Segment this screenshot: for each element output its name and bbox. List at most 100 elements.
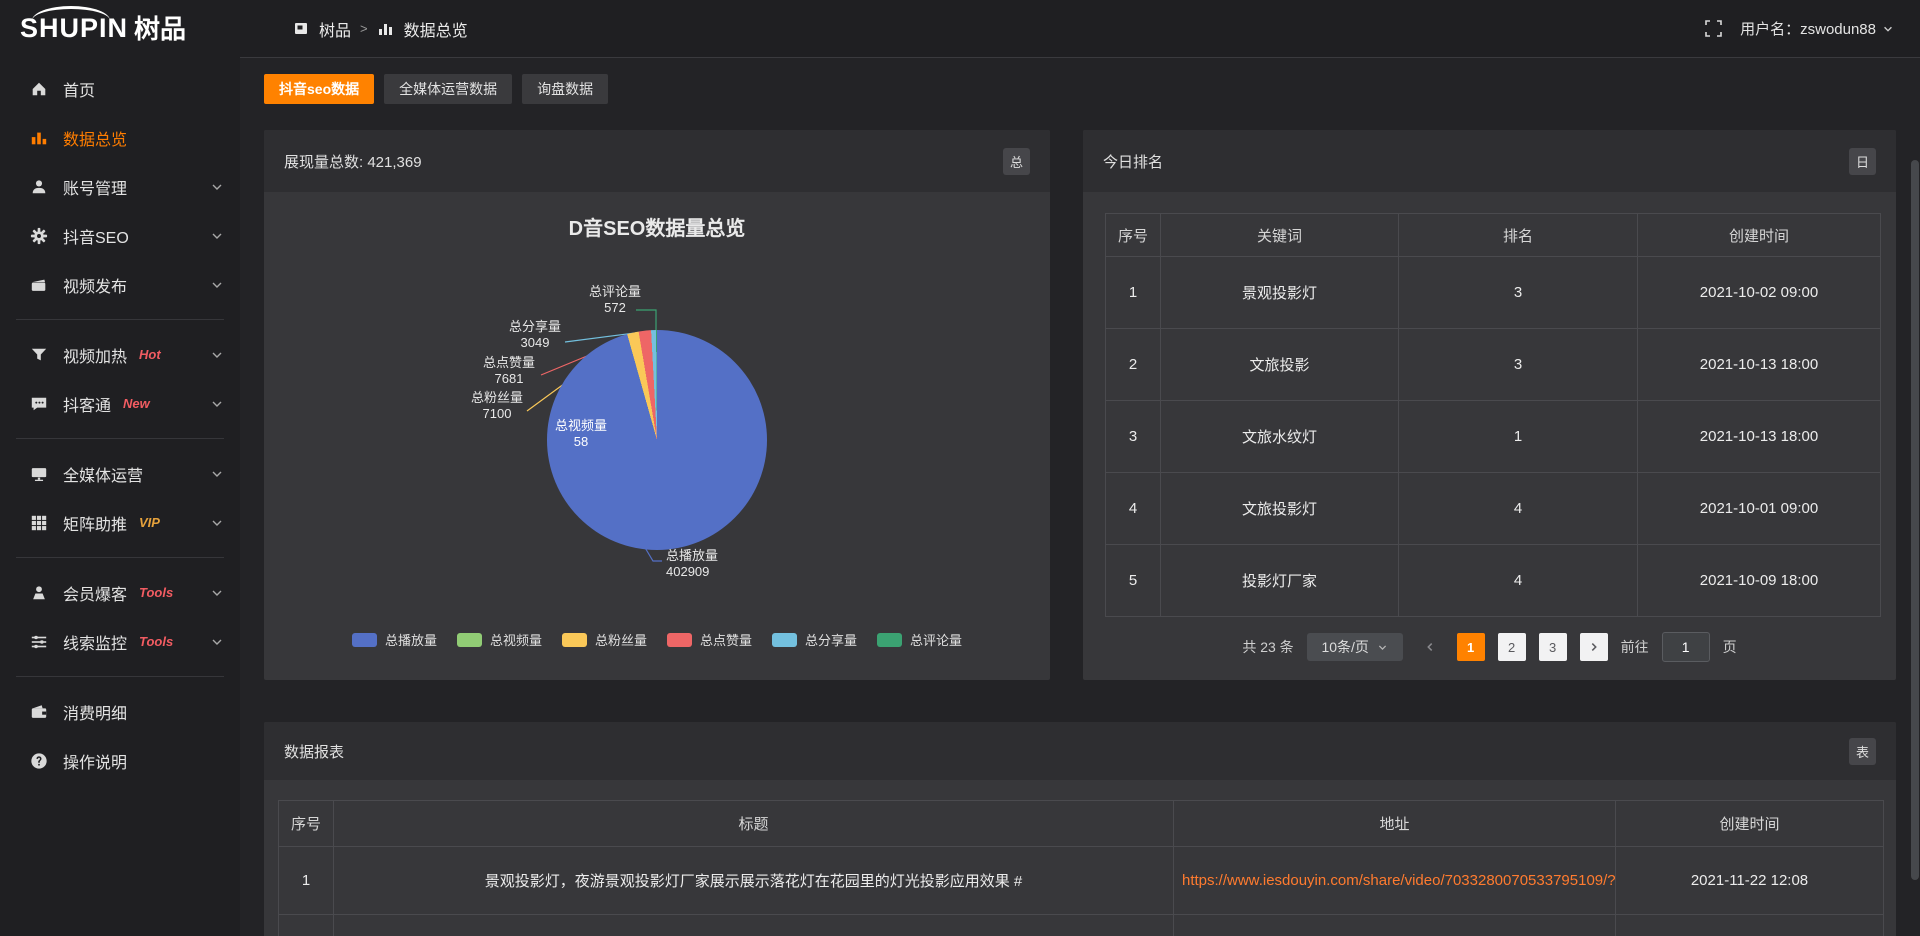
pie-chart-area: D音SEO数据量总览 总评论量572 总分享量3049 总点赞量7681 总粉丝… bbox=[264, 192, 1050, 680]
page-button-3[interactable]: 3 bbox=[1539, 633, 1567, 661]
chevron-down-icon bbox=[210, 397, 224, 411]
sidebar-item-video-publish[interactable]: 视频发布 bbox=[0, 260, 240, 309]
sidebar-divider bbox=[16, 319, 224, 320]
col-rank: 排名 bbox=[1399, 214, 1638, 257]
goto-suffix: 页 bbox=[1723, 637, 1737, 657]
top-header: SHUPIN 树品 树品 > 数据总览 用户名：zswodun88 bbox=[0, 0, 1920, 57]
impressions-total-label: 展现量总数: 421,369 bbox=[284, 151, 422, 172]
vip-badge: VIP bbox=[139, 515, 160, 530]
col-created: 创建时间 bbox=[1616, 801, 1884, 847]
tab-inquiry-data[interactable]: 询盘数据 bbox=[522, 74, 608, 104]
pie-label-likes: 总点赞量7681 bbox=[454, 355, 564, 387]
breadcrumb-home[interactable]: 树品 bbox=[319, 17, 351, 41]
table-row: 1景观投影灯32021-10-02 09:00 bbox=[1106, 257, 1881, 329]
breadcrumb-separator-icon: > bbox=[360, 21, 368, 36]
report-panel: 数据报表 表 序号 标题 地址 创建时间 1 景观投影灯，夜游景观投影灯厂家展示… bbox=[264, 722, 1896, 936]
data-source-tabs: 抖音seo数据 全媒体运营数据 询盘数据 bbox=[264, 74, 608, 104]
chart-legend: 总播放量 总视频量 总粉丝量 总点赞量 总分享量 总评论量 bbox=[264, 630, 1050, 649]
tab-douyin-seo-data[interactable]: 抖音seo数据 bbox=[264, 74, 374, 104]
sidebar-item-video-heat[interactable]: 视频加热 Hot bbox=[0, 330, 240, 379]
sidebar-item-data-overview[interactable]: 数据总览 bbox=[0, 113, 240, 162]
page-button-1[interactable]: 1 bbox=[1457, 633, 1485, 661]
report-panel-header: 数据报表 表 bbox=[264, 722, 1896, 780]
page-button-2[interactable]: 2 bbox=[1498, 633, 1526, 661]
chevron-down-icon bbox=[210, 467, 224, 481]
sidebar-item-help[interactable]: 操作说明 bbox=[0, 736, 240, 785]
chevron-down-icon bbox=[1882, 23, 1894, 35]
pie-label-plays: 总播放量402909 bbox=[666, 548, 786, 580]
member-icon bbox=[30, 584, 48, 602]
app-logo: SHUPIN 树品 bbox=[0, 15, 260, 42]
sidebar-divider bbox=[16, 438, 224, 439]
table-row: 5投影灯厂家42021-10-09 18:00 bbox=[1106, 545, 1881, 617]
col-index: 序号 bbox=[1106, 214, 1161, 257]
wallet-icon bbox=[30, 703, 48, 721]
page-size-select[interactable]: 10条/页 bbox=[1307, 633, 1403, 661]
goto-page-input[interactable] bbox=[1662, 632, 1710, 662]
pie-label-videos: 总视频量58 bbox=[526, 418, 636, 450]
grid-icon bbox=[30, 514, 48, 532]
sidebar-item-omnimedia[interactable]: 全媒体运营 bbox=[0, 449, 240, 498]
tab-omnimedia-data[interactable]: 全媒体运营数据 bbox=[384, 74, 512, 104]
legend-swatch bbox=[457, 633, 482, 647]
home-icon bbox=[30, 80, 48, 98]
next-page-button[interactable] bbox=[1580, 633, 1608, 661]
overview-panel: 展现量总数: 421,369 总 D音SEO数据量总览 总评论量572 总分享量… bbox=[264, 130, 1050, 680]
col-index: 序号 bbox=[279, 801, 334, 847]
legend-item-shares[interactable]: 总分享量 bbox=[772, 630, 857, 649]
table-view-button[interactable]: 表 bbox=[1849, 738, 1876, 765]
legend-item-plays[interactable]: 总播放量 bbox=[352, 630, 437, 649]
total-view-button[interactable]: 总 bbox=[1003, 148, 1030, 175]
legend-item-likes[interactable]: 总点赞量 bbox=[667, 630, 752, 649]
chevron-down-icon bbox=[210, 229, 224, 243]
legend-item-fans[interactable]: 总粉丝量 bbox=[562, 630, 647, 649]
chat-icon bbox=[30, 395, 48, 413]
legend-swatch bbox=[877, 633, 902, 647]
sidebar-item-lead-monitor[interactable]: 线索监控 Tools bbox=[0, 617, 240, 666]
sidebar-item-douyin-seo[interactable]: 抖音SEO bbox=[0, 211, 240, 260]
fullscreen-icon[interactable] bbox=[1704, 20, 1722, 38]
gear-icon bbox=[30, 227, 48, 245]
tools-badge: Tools bbox=[139, 634, 173, 649]
bar-chart-icon bbox=[377, 20, 395, 38]
help-icon bbox=[30, 752, 48, 770]
legend-item-videos[interactable]: 总视频量 bbox=[457, 630, 542, 649]
tools-badge: Tools bbox=[139, 585, 173, 600]
col-created: 创建时间 bbox=[1638, 214, 1881, 257]
video-link[interactable]: https://www.iesdouyin.com/share/video/70… bbox=[1174, 847, 1616, 915]
video-title-cell: 景观投影灯，夜游景观投影灯厂家展示展示落花灯在花园里的灯光投影应用效果 # bbox=[334, 847, 1174, 915]
user-icon bbox=[30, 178, 48, 196]
chevron-down-icon bbox=[210, 635, 224, 649]
prev-page-button[interactable] bbox=[1416, 633, 1444, 661]
col-url: 地址 bbox=[1174, 801, 1616, 847]
heat-icon bbox=[30, 346, 48, 364]
sliders-icon bbox=[30, 633, 48, 651]
sidebar-item-home[interactable]: 首页 bbox=[0, 64, 240, 113]
chevron-right-icon bbox=[1588, 641, 1600, 653]
sidebar-item-matrix-boost[interactable]: 矩阵助推 VIP bbox=[0, 498, 240, 547]
header-divider bbox=[240, 57, 1920, 58]
report-table: 序号 标题 地址 创建时间 1 景观投影灯，夜游景观投影灯厂家展示展示落花灯在花… bbox=[278, 800, 1884, 936]
sidebar-item-spend-detail[interactable]: 消费明细 bbox=[0, 687, 240, 736]
main-content: 抖音seo数据 全媒体运营数据 询盘数据 展现量总数: 421,369 总 D音… bbox=[240, 57, 1920, 936]
sidebar-item-account[interactable]: 账号管理 bbox=[0, 162, 240, 211]
chevron-down-icon bbox=[210, 348, 224, 362]
hot-badge: Hot bbox=[139, 347, 161, 362]
ranking-panel-title: 今日排名 bbox=[1103, 151, 1163, 172]
pagination-total: 共 23 条 bbox=[1242, 637, 1293, 657]
chevron-down-icon bbox=[1377, 642, 1388, 653]
daily-view-button[interactable]: 日 bbox=[1849, 148, 1876, 175]
legend-item-comments[interactable]: 总评论量 bbox=[877, 630, 962, 649]
page-scrollbar[interactable] bbox=[1911, 160, 1919, 880]
chevron-down-icon bbox=[210, 278, 224, 292]
sidebar-divider bbox=[16, 676, 224, 677]
monitor-icon bbox=[30, 465, 48, 483]
sidebar-item-douketong[interactable]: 抖客通 New bbox=[0, 379, 240, 428]
sidebar-item-member-burst[interactable]: 会员爆客 Tools bbox=[0, 568, 240, 617]
username-dropdown[interactable]: 用户名：zswodun88 bbox=[1740, 18, 1894, 39]
chevron-left-icon bbox=[1424, 641, 1436, 653]
breadcrumb-current: 数据总览 bbox=[404, 17, 468, 41]
breadcrumb: 树品 > 数据总览 bbox=[292, 17, 468, 41]
logo-arc bbox=[32, 6, 110, 35]
table-row: 3文旅水纹灯12021-10-13 18:00 bbox=[1106, 401, 1881, 473]
